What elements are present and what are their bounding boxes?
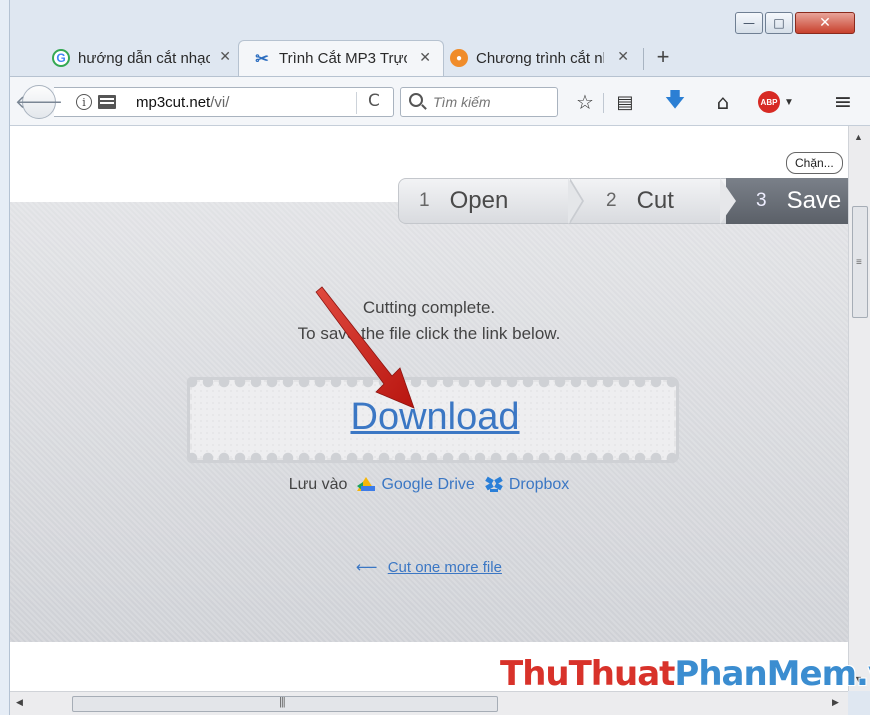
save-to-row: Lưu vào Google Drive Dropbox xyxy=(10,476,848,494)
tab-close-icon[interactable]: ✕ xyxy=(419,50,431,66)
block-button[interactable]: Chặn... xyxy=(786,152,843,174)
tab-huong-dan[interactable]: G hướng dẫn cắt nhạc ✕ xyxy=(38,40,243,76)
step-number: 2 xyxy=(606,190,617,211)
close-window-button[interactable]: ✕ xyxy=(795,12,855,34)
url-text[interactable]: mp3cut.net/vi/ xyxy=(136,94,229,111)
search-bar[interactable] xyxy=(400,87,558,117)
browser-window: — □ ✕ G hướng dẫn cắt nhạc ✕ ✂ Trình Cắt… xyxy=(0,0,870,715)
watermark-part: PhanMem.vn xyxy=(674,654,870,694)
tab-divider xyxy=(643,48,644,70)
toolbar-divider xyxy=(603,93,604,113)
scroll-grip-icon: ≡ xyxy=(856,257,862,268)
page-icon xyxy=(98,95,116,109)
download-link[interactable]: Download xyxy=(192,396,678,439)
scissors-waveform-icon: ✂ xyxy=(255,50,269,68)
navigation-bar: i mp3cut.net/vi/ C 🡐 ☆ ▤ 🡇 ⌂ ABP ▼ ≡ xyxy=(10,76,870,126)
dropbox-icon xyxy=(485,476,503,493)
instruction-message: To save the file click the link below. xyxy=(297,324,561,343)
tab-mp3cut[interactable]: ✂ Trình Cắt MP3 Trực Tuyến ✕ xyxy=(238,40,444,76)
dropbox-link[interactable]: Dropbox xyxy=(485,476,569,494)
url-path: /vi/ xyxy=(210,94,230,111)
scroll-left-icon[interactable]: ◀ xyxy=(16,697,23,708)
watermark-part: ThuThuat xyxy=(500,654,675,694)
url-host: mp3cut.net xyxy=(136,94,211,111)
reading-list-icon[interactable]: ▤ xyxy=(612,89,638,115)
status-message: Cutting complete. xyxy=(362,298,496,317)
back-button[interactable]: 🡐 xyxy=(15,85,63,119)
google-drive-link[interactable]: Google Drive xyxy=(357,476,475,494)
download-stamp-box: Download xyxy=(184,374,682,466)
tab-close-icon[interactable]: ✕ xyxy=(219,49,231,65)
hamburger-menu-icon[interactable]: ≡ xyxy=(830,89,856,115)
minimize-button[interactable]: — xyxy=(735,12,763,34)
back-arrow-icon: 🡐 xyxy=(14,91,64,112)
dropbox-label: Dropbox xyxy=(508,476,570,493)
step-chevron xyxy=(568,178,582,224)
search-input[interactable] xyxy=(433,92,553,112)
window-frame xyxy=(0,0,10,715)
step-save[interactable]: 3 Save xyxy=(726,178,848,224)
google-drive-label: Google Drive xyxy=(381,476,475,493)
left-arrow-icon: ⟵ xyxy=(356,558,378,576)
step-open[interactable]: 1 Open xyxy=(398,178,576,224)
step-chevron xyxy=(720,178,736,224)
save-to-label: Lưu vào xyxy=(288,476,348,493)
info-icon[interactable]: i xyxy=(76,94,92,110)
step-cut[interactable]: 2 Cut xyxy=(576,178,726,224)
tab-title: hướng dẫn cắt nhạc xyxy=(78,49,210,67)
vertical-scroll-thumb[interactable]: ≡ xyxy=(852,206,868,318)
scroll-right-icon[interactable]: ▶ xyxy=(832,697,839,708)
horizontal-scroll-thumb[interactable]: ||| xyxy=(72,696,498,712)
step-indicator: 1 Open 2 Cut 3 Save xyxy=(398,178,848,224)
step-label: Save xyxy=(786,187,842,214)
tab-chuong-trinh[interactable]: ● Chương trình cắt nhạc ✕ xyxy=(436,40,641,76)
home-icon[interactable]: ⌂ xyxy=(710,89,736,115)
vertical-scrollbar[interactable]: ▲ ≡ ▼ xyxy=(848,126,870,691)
maximize-button[interactable]: □ xyxy=(765,12,793,34)
tab-close-icon[interactable]: ✕ xyxy=(617,49,629,65)
watermark-logo: ThuThuatPhanMem.vn xyxy=(500,654,870,694)
step-number: 1 xyxy=(419,190,430,211)
step-label: Open xyxy=(449,187,509,214)
reload-icon[interactable]: C xyxy=(368,91,380,111)
step-number: 3 xyxy=(756,190,767,211)
bookmark-star-icon[interactable]: ☆ xyxy=(572,89,598,115)
new-tab-button[interactable]: + xyxy=(650,44,676,70)
search-icon xyxy=(409,93,423,107)
tab-strip: G hướng dẫn cắt nhạc ✕ ✂ Trình Cắt MP3 T… xyxy=(10,36,870,76)
google-drive-icon xyxy=(357,477,376,493)
chevron-down-icon[interactable]: ▼ xyxy=(784,97,794,108)
download-arrow-icon[interactable]: 🡇 xyxy=(662,87,688,115)
page-content: Chặn... 1 Open 2 Cut 3 Save Cutting comp… xyxy=(10,126,848,691)
scroll-grip-icon: ||| xyxy=(279,696,286,708)
step-label: Cut xyxy=(636,187,674,214)
scroll-up-icon[interactable]: ▲ xyxy=(854,132,863,142)
url-divider xyxy=(356,92,357,114)
tab-title: Trình Cắt MP3 Trực Tuyến xyxy=(279,50,407,67)
url-bar[interactable]: i mp3cut.net/vi/ C xyxy=(54,87,394,117)
cut-more-row: ⟵ Cut one more file xyxy=(10,558,848,576)
horizontal-scrollbar[interactable]: ◀ ||| ▶ xyxy=(10,691,848,715)
orange-circle-icon: ● xyxy=(450,49,468,67)
adblock-icon[interactable]: ABP xyxy=(758,91,780,113)
tab-title: Chương trình cắt nhạc xyxy=(476,49,604,67)
cut-one-more-link[interactable]: Cut one more file xyxy=(388,559,502,576)
google-icon: G xyxy=(52,49,70,67)
